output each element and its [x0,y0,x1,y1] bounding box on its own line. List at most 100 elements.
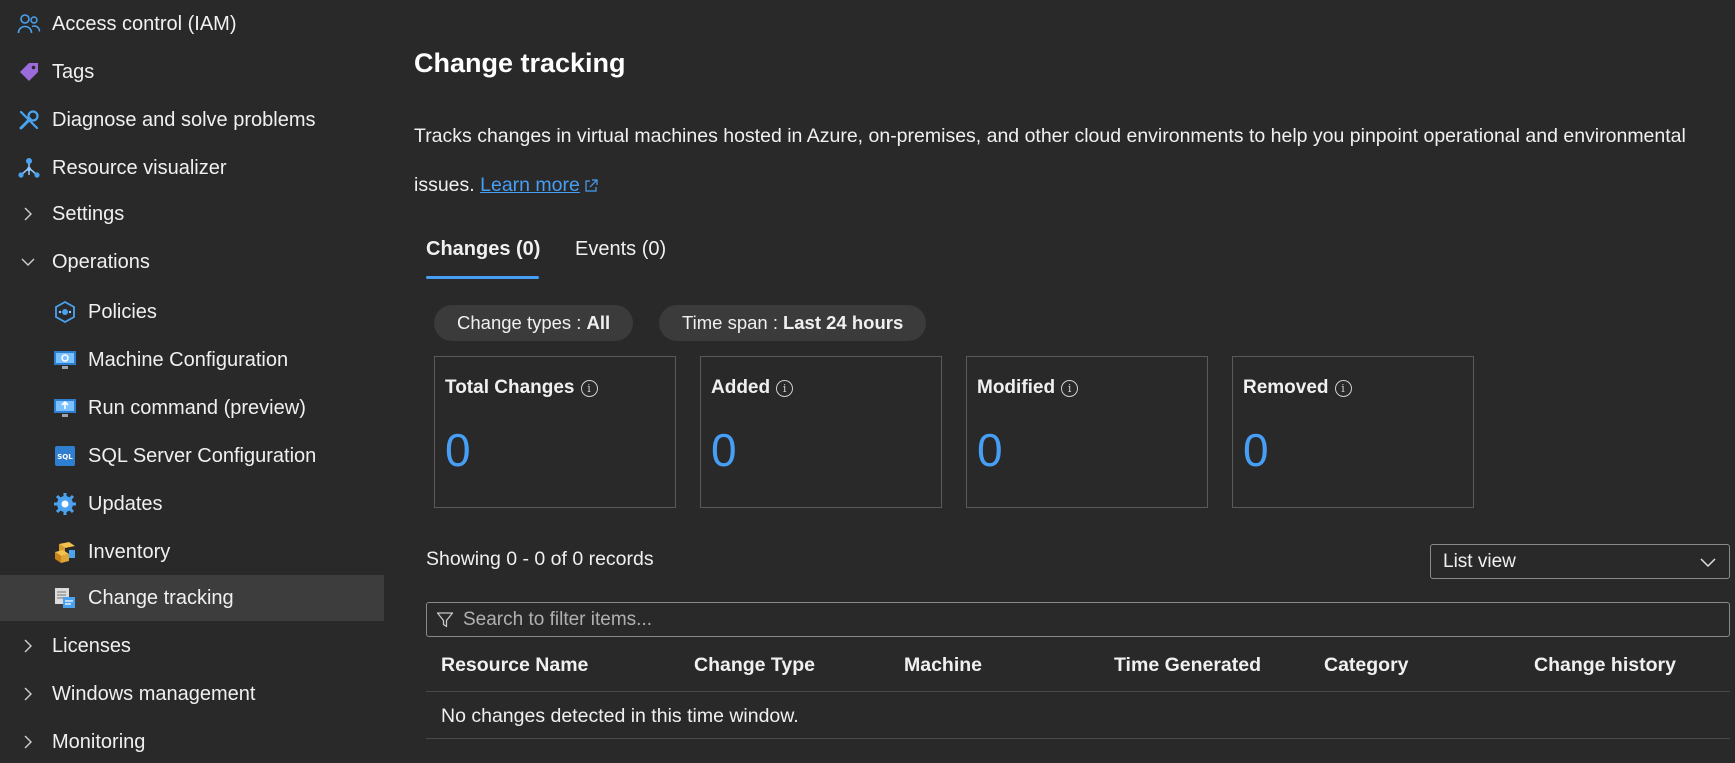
sql-icon: SQL [52,443,78,469]
page-description: Tracks changes in virtual machines hoste… [414,112,1714,210]
run-command-icon [52,395,78,421]
chevron-right-icon [24,687,32,701]
table-header: Resource Name Change Type Machine Time G… [426,648,1730,692]
chevron-down-icon [21,258,35,266]
records-count: Showing 0 - 0 of 0 records [426,548,654,570]
card-title: Modified i [977,377,1079,399]
column-header-time-generated[interactable]: Time Generated [1114,654,1261,677]
info-icon[interactable]: i [776,379,794,397]
search-input[interactable] [463,603,1663,636]
nav-label: Monitoring [52,730,146,753]
tab-changes[interactable]: Changes (0) [426,238,540,261]
active-tab-indicator [426,276,539,279]
description-text: Tracks changes in virtual machines hoste… [414,125,1686,196]
nav-group-monitoring[interactable]: Monitoring [0,719,384,763]
nav-label: Run command (preview) [88,396,306,419]
nav-item-machine-configuration[interactable]: Machine Configuration [0,337,384,383]
nav-label: Machine Configuration [88,348,289,371]
nav-label: Resource visualizer [52,156,227,179]
nav-item-sql-server-configuration[interactable]: SQL SQL Server Configuration [0,433,384,479]
view-dropdown-value: List view [1443,550,1516,572]
time-span-filter[interactable]: Time span : Last 24 hours [659,305,927,341]
column-header-change-type[interactable]: Change Type [694,654,815,677]
nav-item-tags[interactable]: Tags [0,49,384,95]
tag-icon [16,59,42,85]
table-row: No changes detected in this time window. [426,693,1730,739]
chevron-right-icon [24,735,32,749]
nav-label: Diagnose and solve problems [52,108,316,131]
nav-group-settings[interactable]: Settings [0,191,384,237]
filter-value: Last 24 hours [782,312,904,333]
nav-label: Windows management [52,682,256,705]
column-header-machine[interactable]: Machine [904,654,982,677]
wrench-icon [16,107,42,133]
people-icon [16,11,42,37]
nav-label: Settings [52,202,125,225]
card-title-text: Added [711,377,771,398]
column-header-category[interactable]: Category [1324,654,1409,677]
nav-group-operations[interactable]: Operations [0,239,384,285]
card-value: 0 [445,424,471,476]
inventory-box-icon [52,539,78,565]
chevron-down-icon [1700,558,1716,568]
nav-label: Inventory [88,540,171,563]
nav-label: Tags [52,60,95,83]
empty-message: No changes detected in this time window. [441,705,799,727]
nav-group-licenses[interactable]: Licenses [0,623,384,669]
change-tracking-icon [52,585,78,611]
chevron-right-icon [24,639,32,653]
card-value: 0 [977,424,1003,476]
main-content: Change tracking Tracks changes in virtua… [414,0,1735,763]
nav-label: SQL Server Configuration [88,444,317,467]
card-title: Removed i [1243,377,1352,399]
nav-group-windows-management[interactable]: Windows management [0,671,384,717]
modified-card: Modified i 0 [966,356,1208,508]
external-link-icon [585,179,598,192]
info-icon[interactable]: i [1334,379,1352,397]
chevron-right-icon [24,207,32,221]
sql-icon-text: SQL [57,453,73,461]
machine-config-icon [52,347,78,373]
nav-item-inventory[interactable]: Inventory [0,529,384,575]
card-value: 0 [711,424,737,476]
hierarchy-icon [16,155,42,181]
card-value: 0 [1243,424,1269,476]
tab-events[interactable]: Events (0) [575,238,666,261]
filter-label: Change types : [457,312,582,333]
nav-label: Policies [88,300,157,323]
page-title: Change tracking [414,48,626,78]
change-types-filter[interactable]: Change types : All [434,305,634,341]
total-changes-card: Total Changes i 0 [434,356,676,508]
filter-search-box [426,602,1730,637]
nav-item-diagnose[interactable]: Diagnose and solve problems [0,97,384,143]
removed-card: Removed i 0 [1232,356,1474,508]
nav-label: Change tracking [88,586,234,609]
learn-more-link[interactable]: Learn more [480,174,580,196]
card-title-text: Removed [1243,377,1329,398]
nav-label: Access control (IAM) [52,12,237,35]
filter-value: All [586,312,611,333]
updates-gear-icon [52,491,78,517]
nav-item-access-control[interactable]: Access control (IAM) [0,1,384,47]
view-dropdown[interactable]: List view [1430,544,1730,579]
nav-label: Licenses [52,634,131,657]
info-icon[interactable]: i [580,379,598,397]
card-title: Total Changes i [445,377,598,399]
card-title-text: Total Changes [445,377,575,398]
nav-label: Updates [88,492,163,515]
card-title: Added i [711,377,794,399]
nav-item-resource-visualizer[interactable]: Resource visualizer [0,145,384,191]
policy-icon [52,299,78,325]
nav-item-run-command[interactable]: Run command (preview) [0,385,384,431]
filter-label: Time span : [682,312,778,333]
info-icon[interactable]: i [1061,379,1079,397]
column-header-change-history[interactable]: Change history [1534,654,1676,677]
added-card: Added i 0 [700,356,942,508]
left-nav: Access control (IAM) Tags Diagnose and s… [0,0,384,763]
nav-item-policies[interactable]: Policies [0,289,384,335]
nav-item-change-tracking[interactable]: Change tracking [0,575,384,621]
nav-item-updates[interactable]: Updates [0,481,384,527]
card-title-text: Modified [977,377,1056,398]
column-header-resource-name[interactable]: Resource Name [441,654,588,677]
nav-label: Operations [52,250,150,273]
